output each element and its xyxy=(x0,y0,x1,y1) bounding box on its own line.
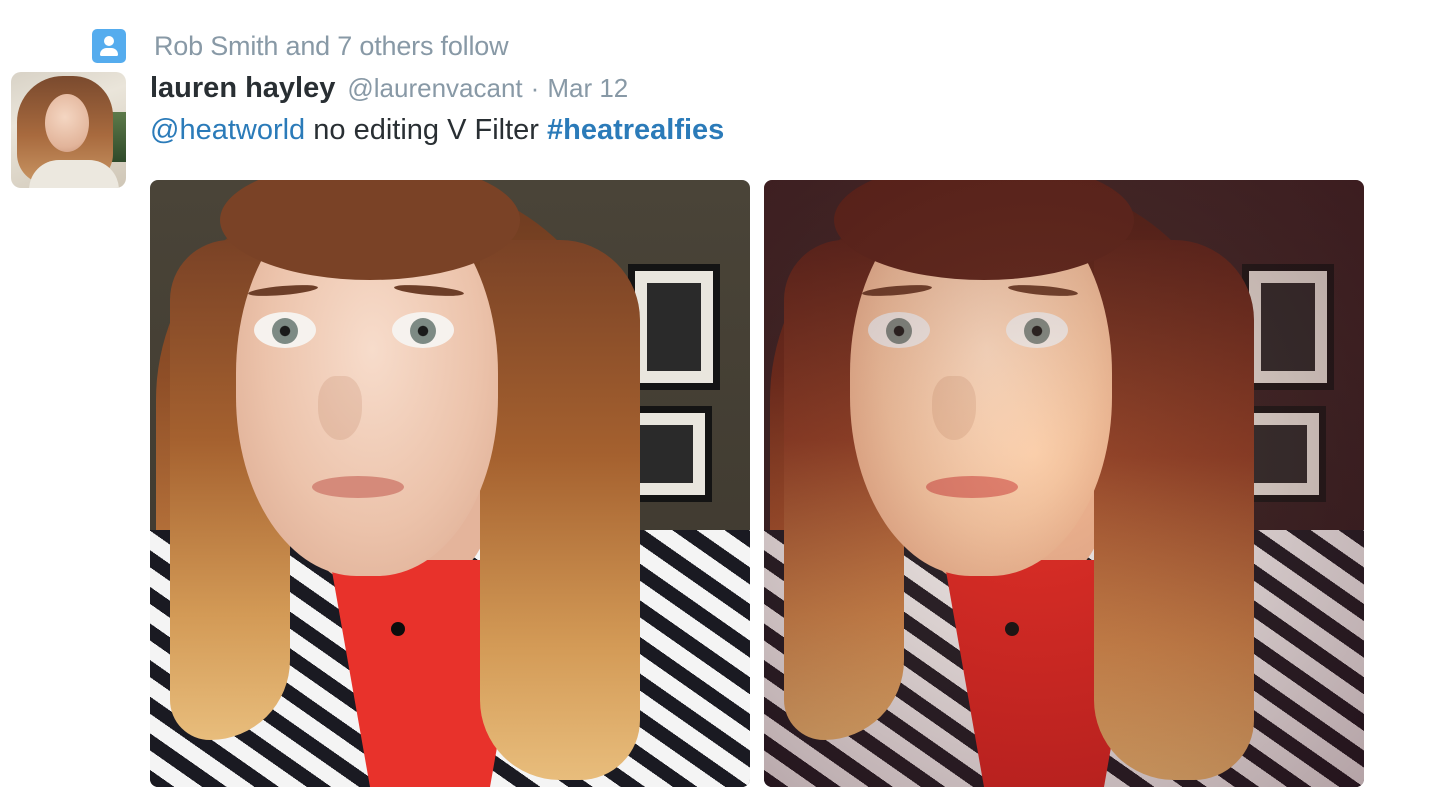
photo-v-filter[interactable] xyxy=(764,180,1364,787)
photo-no-editing[interactable] xyxy=(150,180,750,787)
avatar[interactable] xyxy=(11,72,126,188)
user-handle[interactable]: @laurenvacant xyxy=(347,73,522,104)
separator-dot: · xyxy=(530,73,540,103)
mention-link[interactable]: @heatworld xyxy=(150,114,305,146)
display-name[interactable]: lauren hayley xyxy=(150,72,335,105)
tweet-body: no editing V Filter xyxy=(313,114,539,146)
hashtag-link[interactable]: #heatrealfies xyxy=(547,114,724,146)
tweet-text: @heatworld no editing V Filter #heatreal… xyxy=(150,114,724,154)
social-context-text[interactable]: Rob Smith and 7 others follow xyxy=(154,31,509,62)
tweet-timestamp[interactable]: Mar 12 xyxy=(547,73,628,104)
media-grid xyxy=(150,180,1364,787)
tweet-header: lauren hayley @laurenvacant · Mar 12 xyxy=(150,72,628,112)
social-context: Rob Smith and 7 others follow xyxy=(92,28,509,64)
person-icon xyxy=(92,29,126,63)
